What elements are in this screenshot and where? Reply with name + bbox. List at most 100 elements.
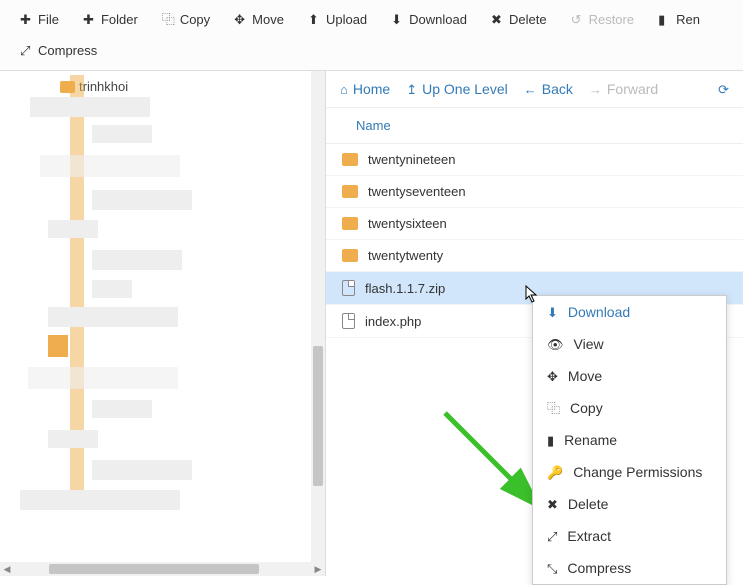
back-label: Back: [542, 81, 573, 97]
restore-icon: ↺: [571, 13, 584, 26]
ctx-permissions[interactable]: 🔑 Change Permissions: [533, 456, 726, 488]
reload-icon: ⟳: [718, 83, 729, 96]
move-icon: ✥: [234, 13, 247, 26]
ctx-permissions-label: Change Permissions: [573, 464, 702, 480]
rename-button[interactable]: ▮ Ren: [646, 4, 712, 35]
ctx-copy[interactable]: ⿻ Copy: [533, 392, 726, 424]
context-menu: ⬇ Download 👁 View ✥ Move ⿻ Copy ▮ Rename 🔑 Cha…: [532, 295, 727, 585]
ctx-view-label: View: [574, 336, 604, 352]
ctx-compress-label: Compress: [567, 560, 631, 576]
download-button[interactable]: ⬇ Download: [379, 4, 479, 35]
rename-icon: ▮: [547, 434, 554, 447]
sidebar-tree: trinhkhoi ◀ ▶: [0, 71, 326, 576]
upload-button[interactable]: ⬆ Upload: [296, 4, 379, 35]
download-icon: ⬇: [547, 306, 558, 319]
folder-icon: [342, 185, 358, 198]
column-header-row: Name: [326, 108, 743, 144]
move-button[interactable]: ✥ Move: [222, 4, 296, 35]
copy-button[interactable]: ⿻ Copy: [150, 4, 222, 35]
scrollbar-thumb[interactable]: [49, 564, 259, 574]
upload-label: Upload: [326, 12, 367, 27]
delete-icon: ✖: [547, 498, 558, 511]
rename-icon: ▮: [658, 13, 671, 26]
file-row[interactable]: twentyseventeen: [326, 176, 743, 208]
name-column-header[interactable]: Name: [356, 118, 391, 133]
main-toolbar: ✚ File ✚ Folder ⿻ Copy ✥ Move ⬆ Upload ⬇ Downl…: [0, 0, 743, 71]
reload-button[interactable]: ⟳: [718, 83, 729, 96]
file-name: flash.1.1.7.zip: [365, 281, 445, 296]
file-name: index.php: [365, 314, 421, 329]
back-button[interactable]: ← Back: [524, 81, 573, 97]
left-arrow-icon: ←: [524, 83, 537, 96]
right-arrow-icon: →: [589, 83, 602, 96]
move-icon: ✥: [547, 370, 558, 383]
extract-icon: ⤢: [547, 530, 557, 543]
home-button[interactable]: ⌂ Home: [340, 81, 390, 97]
ctx-copy-label: Copy: [570, 400, 603, 416]
file-name: twentysixteen: [368, 216, 447, 231]
ctx-extract-label: Extract: [567, 528, 611, 544]
compress-label: Compress: [38, 43, 97, 58]
key-icon: 🔑: [547, 466, 563, 479]
file-row[interactable]: twentynineteen: [326, 144, 743, 176]
restore-button: ↺ Restore: [559, 4, 647, 35]
plus-icon: ✚: [83, 13, 96, 26]
compress-icon: ⤡: [547, 562, 557, 575]
sidebar-scrollbar-horizontal[interactable]: ◀ ▶: [0, 562, 325, 576]
home-label: Home: [353, 81, 390, 97]
ctx-download-label: Download: [568, 304, 630, 320]
zip-file-icon: [342, 280, 355, 296]
ctx-view[interactable]: 👁 View: [533, 328, 726, 360]
copy-icon: ⿻: [547, 402, 560, 415]
delete-icon: ✖: [491, 13, 504, 26]
folder-icon: [342, 249, 358, 262]
folder-label: Folder: [101, 12, 138, 27]
up-arrow-icon: ↥: [406, 83, 417, 96]
file-row[interactable]: twentytwenty: [326, 240, 743, 272]
php-file-icon: [342, 313, 355, 329]
download-icon: ⬇: [391, 13, 404, 26]
scroll-left-icon[interactable]: ◀: [0, 562, 14, 576]
plus-icon: ✚: [20, 13, 33, 26]
ctx-move[interactable]: ✥ Move: [533, 360, 726, 392]
rename-label: Ren: [676, 12, 700, 27]
forward-label: Forward: [607, 81, 658, 97]
file-name: twentytwenty: [368, 248, 443, 263]
sidebar-scrollbar-vertical[interactable]: [311, 71, 325, 562]
file-label: File: [38, 12, 59, 27]
ctx-rename-label: Rename: [564, 432, 617, 448]
file-name: twentynineteen: [368, 152, 455, 167]
compress-icon: ⤢: [20, 44, 33, 57]
new-file-button[interactable]: ✚ File: [8, 4, 71, 35]
ctx-download[interactable]: ⬇ Download: [533, 296, 726, 328]
home-icon: ⌂: [340, 83, 348, 96]
ctx-delete-label: Delete: [568, 496, 608, 512]
up-one-level-button[interactable]: ↥ Up One Level: [406, 81, 508, 97]
file-name: twentyseventeen: [368, 184, 466, 199]
copy-icon: ⿻: [162, 13, 175, 26]
file-row[interactable]: twentysixteen: [326, 208, 743, 240]
move-label: Move: [252, 12, 284, 27]
new-folder-button[interactable]: ✚ Folder: [71, 4, 150, 35]
restore-label: Restore: [589, 12, 635, 27]
eye-icon: 👁: [547, 338, 564, 351]
forward-button: → Forward: [589, 81, 658, 97]
copy-label: Copy: [180, 12, 210, 27]
ctx-move-label: Move: [568, 368, 602, 384]
ctx-compress[interactable]: ⤡ Compress: [533, 552, 726, 584]
folder-icon: [342, 217, 358, 230]
download-label: Download: [409, 12, 467, 27]
blurred-tree-region: [0, 75, 300, 560]
nav-bar: ⌂ Home ↥ Up One Level ← Back → Forward ⟳: [326, 71, 743, 108]
compress-button[interactable]: ⤢ Compress: [8, 35, 109, 66]
upload-icon: ⬆: [308, 13, 321, 26]
ctx-extract[interactable]: ⤢ Extract: [533, 520, 726, 552]
folder-icon: [342, 153, 358, 166]
delete-label: Delete: [509, 12, 547, 27]
ctx-rename[interactable]: ▮ Rename: [533, 424, 726, 456]
delete-button[interactable]: ✖ Delete: [479, 4, 559, 35]
scroll-right-icon[interactable]: ▶: [311, 562, 325, 576]
up-label: Up One Level: [422, 81, 508, 97]
scrollbar-thumb[interactable]: [313, 346, 323, 486]
ctx-delete[interactable]: ✖ Delete: [533, 488, 726, 520]
